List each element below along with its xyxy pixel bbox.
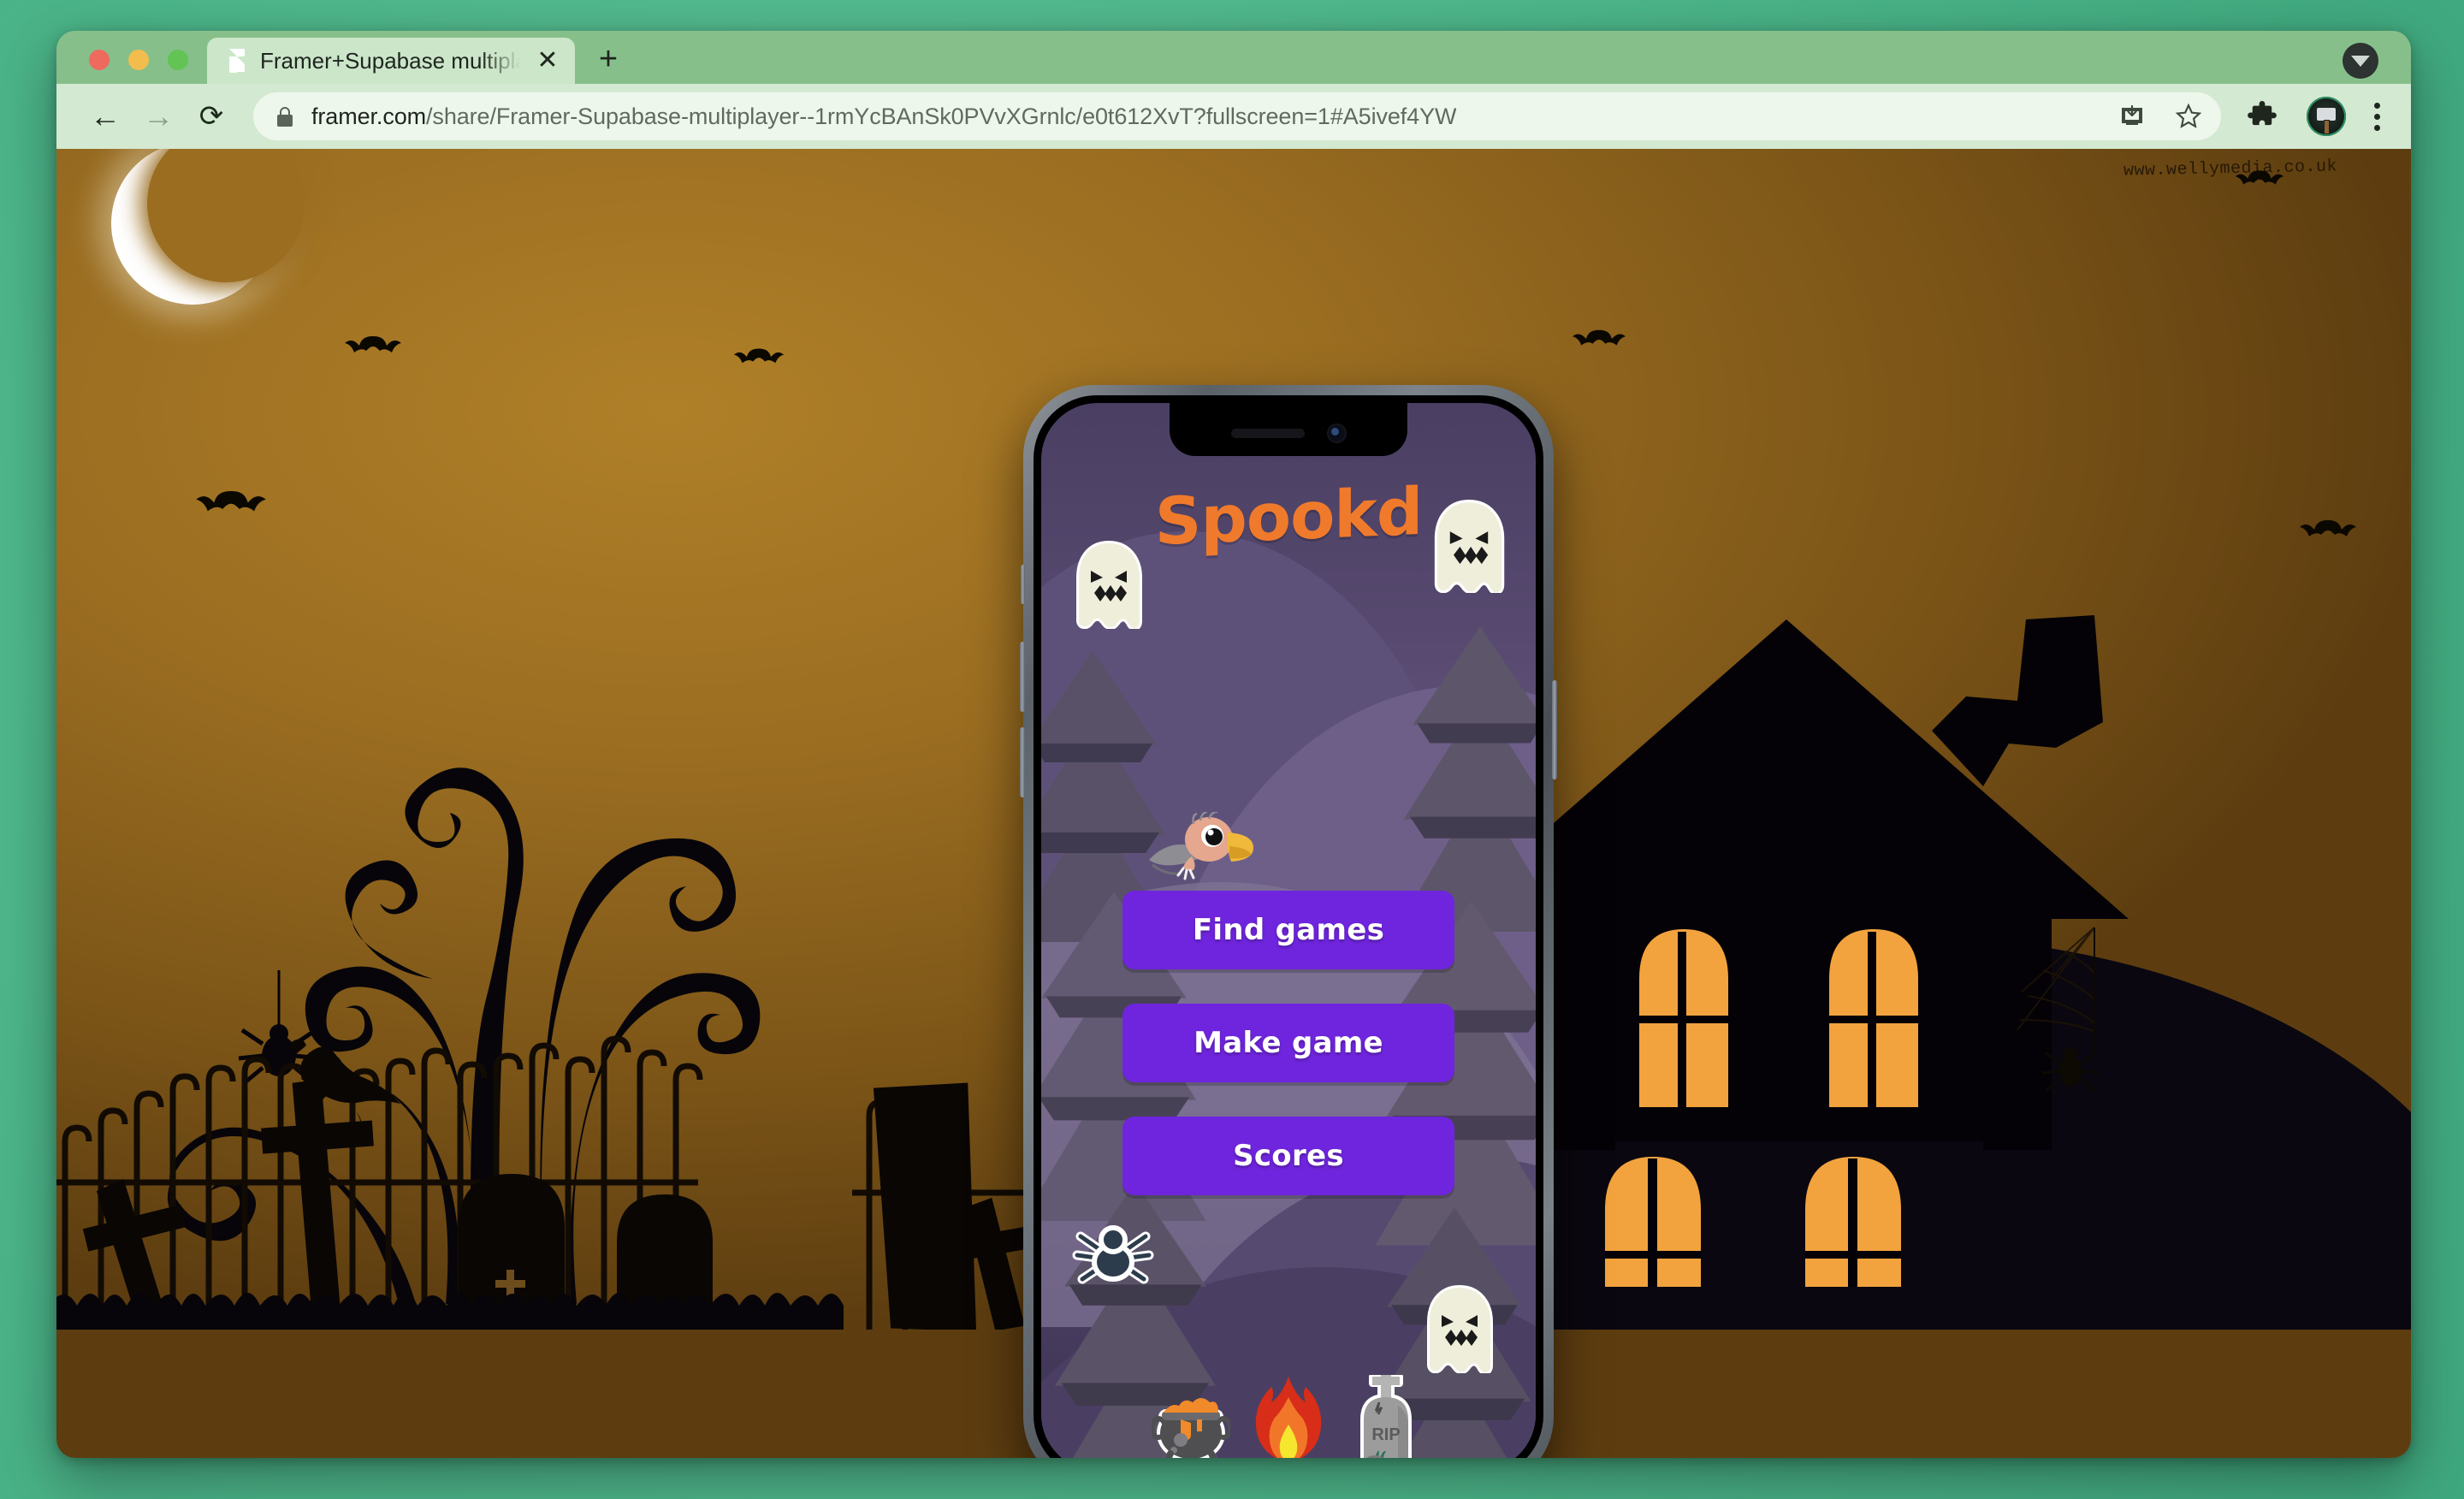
vulture-character — [1146, 812, 1257, 898]
page-viewport: www.wellymedia.co.uk Spookd Find games M… — [56, 149, 2411, 1458]
front-camera-icon — [1326, 423, 1347, 443]
ghost-right-sticker — [1430, 499, 1508, 593]
lock-icon — [275, 105, 294, 127]
cauldron-sticker — [1152, 1375, 1230, 1458]
bat-icon — [2234, 168, 2285, 193]
close-tab-button[interactable]: ✕ — [532, 45, 563, 76]
framer-logo-icon — [226, 49, 248, 80]
minimize-window-button[interactable] — [128, 50, 149, 70]
main-menu: Find games Make game Scores — [1122, 891, 1454, 1195]
bat-icon — [343, 333, 403, 362]
scores-button[interactable]: Scores — [1122, 1117, 1454, 1195]
app-screen: Spookd Find games Make game Scores RIP — [1041, 403, 1536, 1458]
bottom-sticker-row: RIP — [1041, 1354, 1536, 1458]
chevron-down-icon[interactable] — [2343, 43, 2378, 79]
back-button[interactable]: ← — [79, 90, 132, 143]
phone-notch — [1170, 403, 1407, 456]
earpiece-speaker — [1230, 428, 1305, 438]
volume-up-button[interactable] — [1020, 642, 1025, 712]
power-button[interactable] — [1552, 680, 1557, 779]
make-game-button[interactable]: Make game — [1122, 1004, 1454, 1082]
ghost-left-sticker — [1072, 540, 1146, 629]
silent-switch[interactable] — [1021, 565, 1025, 604]
toolbar-right-actions — [2243, 97, 2389, 136]
forward-button[interactable]: → — [132, 90, 185, 143]
fire-sticker — [1249, 1375, 1328, 1458]
gravestone-rip-sticker: RIP — [1347, 1375, 1425, 1458]
star-icon[interactable] — [2170, 98, 2207, 135]
tab-strip: Framer+Supabase multiplayer ✕ + — [56, 31, 2411, 84]
tab-title: Framer+Supabase multiplayer — [260, 47, 520, 74]
profile-avatar[interactable] — [2307, 97, 2346, 136]
close-window-button[interactable] — [89, 50, 110, 70]
url-text: framer.com/share/Framer-Supabase-multipl… — [311, 104, 1456, 130]
browser-tab[interactable]: Framer+Supabase multiplayer ✕ — [207, 38, 575, 84]
iphone-mockup: Spookd Find games Make game Scores RIP — [1020, 385, 1557, 1458]
browser-toolbar: ← → ⟳ framer.com/share/Framer-Supabase-m… — [56, 84, 2411, 149]
maximize-window-button[interactable] — [168, 50, 188, 70]
hammer-handle — [2323, 120, 2330, 134]
install-app-icon[interactable] — [2113, 98, 2151, 135]
reload-button[interactable]: ⟳ — [185, 90, 238, 143]
find-games-button[interactable]: Find games — [1122, 891, 1454, 969]
crescent-moon-icon — [111, 149, 305, 305]
phone-bezel: Spookd Find games Make game Scores RIP — [1034, 395, 1543, 1458]
bat-icon — [732, 346, 785, 371]
url-domain: framer.com — [311, 103, 427, 129]
bat-icon — [2298, 517, 2358, 546]
omnibox-actions — [2113, 92, 2207, 140]
puzzle-piece-icon[interactable] — [2243, 98, 2281, 135]
spider-sticker — [1072, 1216, 1154, 1289]
new-tab-button[interactable]: + — [585, 36, 631, 82]
window-traffic-lights — [56, 50, 207, 84]
address-bar[interactable]: framer.com/share/Framer-Supabase-multipl… — [253, 92, 2221, 140]
graveyard-fence-and-crosses — [56, 970, 1057, 1330]
watermark-text: www.wellymedia.co.uk — [2123, 157, 2338, 181]
three-dot-menu-icon[interactable] — [2372, 102, 2382, 131]
bat-icon — [1571, 327, 1627, 354]
url-path: /share/Framer-Supabase-multiplayer--1rmY… — [426, 103, 1457, 129]
volume-down-button[interactable] — [1020, 727, 1025, 797]
browser-window: Framer+Supabase multiplayer ✕ + ← → ⟳ fr… — [56, 31, 2411, 1458]
gravestone-text: RIP — [1371, 1425, 1400, 1444]
